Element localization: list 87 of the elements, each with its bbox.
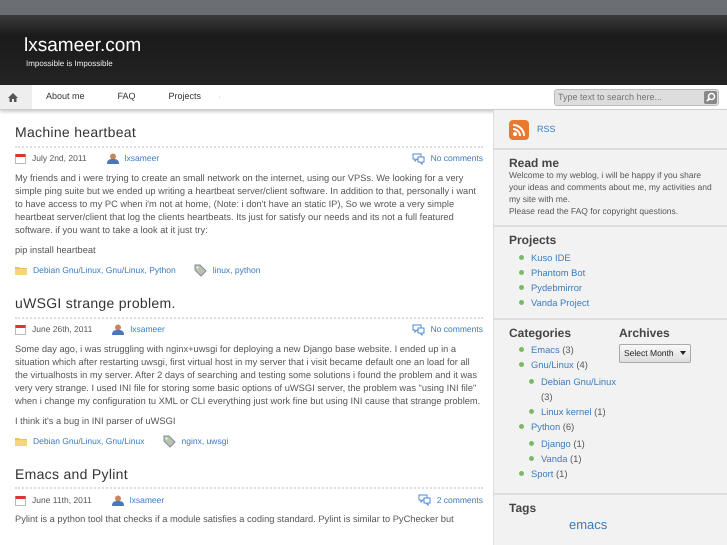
category-link[interactable]: Linux kernel xyxy=(541,406,592,417)
read-me-text: Welcome to my weblog, i will be happy if you share your ideas and comments about me, my activities and my site with me. xyxy=(509,170,713,206)
home-icon xyxy=(8,92,18,102)
bullet-icon xyxy=(519,254,524,260)
comments-link[interactable]: No comments xyxy=(430,152,483,166)
widget-title: Categories xyxy=(509,326,572,340)
post-paragraph: pip install heartbeat xyxy=(15,244,97,257)
widget-title: Archives xyxy=(619,326,671,340)
tag-cloud-link[interactable]: emacs xyxy=(569,517,608,532)
category-links[interactable]: Debian Gnu/Linux, Gnu/Linux xyxy=(33,434,145,448)
post-date: June 11th, 2011 xyxy=(32,494,92,507)
folder-icon xyxy=(15,436,27,446)
speech-bubbles-icon xyxy=(418,494,431,506)
post-date: July 2nd, 2011 xyxy=(32,152,87,166)
category-link[interactable]: Python xyxy=(531,420,560,432)
site-tagline: Impossible is Impossible xyxy=(26,58,114,70)
nav-link[interactable]: Projects xyxy=(154,85,220,109)
author-link[interactable]: lxsameer xyxy=(130,323,165,336)
post-title[interactable]: Emacs and Pylint xyxy=(15,466,483,490)
site-title[interactable]: lxsameer.com xyxy=(24,35,703,58)
bullet-icon xyxy=(519,300,524,305)
search-field[interactable]: Type text to search here... xyxy=(554,88,719,106)
post-title[interactable]: uWSGI strange problem. xyxy=(15,294,483,319)
project-link[interactable]: Kuso IDE xyxy=(531,250,571,265)
post-paragraph: I think it's a bug in INI parser of uWSGI xyxy=(15,414,176,428)
author-link[interactable]: lxsameer xyxy=(124,152,160,166)
caret-icon xyxy=(680,351,686,356)
person-icon xyxy=(112,324,124,336)
bullet-icon xyxy=(519,470,524,476)
post-date: June 26th, 2011 xyxy=(32,323,92,336)
post-paragraph: Pylint is a python tool that checks if a module satisfies a coding standard. Pylint is similar to PyChecker but xyxy=(15,513,455,526)
project-link[interactable]: Phantom Bot xyxy=(531,264,586,280)
comments-link[interactable]: No comments xyxy=(430,323,483,336)
person-icon xyxy=(112,494,124,506)
post-paragraph: Some day ago, i was struggling with nginx+uwsgi for deploying a new Django base website. I ended up in a situation which after restarting uwsgi, first virtual host in my server that i visit became default one an load for all the virtualhosts in my server. After 2 days of searching and testing some solutions i found the problem and it was very very strange. I used INI file for storing some basic options of uWSGI server, the problem was "using INI file" when i change my configuration tu XML or CLI everything just work fine but using INI cause that strange problem. xyxy=(15,342,482,408)
speech-bubbles-icon xyxy=(412,152,425,165)
category-link[interactable]: Gnu/Linux xyxy=(531,358,574,370)
category-count: (3) xyxy=(562,344,574,355)
category-count: (1) xyxy=(556,468,568,479)
nav-link[interactable]: FAQ xyxy=(104,85,155,109)
month-select[interactable]: Select Month xyxy=(619,344,691,363)
widget-title: Read me xyxy=(509,156,560,170)
category-count: (4) xyxy=(576,358,588,370)
category-count: (1) xyxy=(570,452,582,464)
tag-icon xyxy=(162,434,176,448)
folder-icon xyxy=(15,265,27,276)
bullet-icon xyxy=(519,346,524,352)
category-count: (1) xyxy=(573,438,585,449)
widget-title: Projects xyxy=(509,233,558,248)
calendar-icon xyxy=(15,324,26,336)
nav-link[interactable]: About me xyxy=(32,85,104,109)
category-link[interactable]: Debian Gnu/Linux xyxy=(541,376,616,387)
category-link[interactable]: Vanda xyxy=(541,452,568,464)
bullet-icon xyxy=(519,284,524,290)
category-link[interactable]: Django xyxy=(541,438,571,449)
category-count: (3) xyxy=(541,390,552,402)
bullet-icon xyxy=(529,408,534,414)
read-me-text: Please read the FAQ for copyright questions. xyxy=(509,206,680,218)
category-links[interactable]: Debian Gnu/Linux, Gnu/Linux, Python xyxy=(33,264,176,277)
comments-link[interactable]: 2 comments xyxy=(436,494,483,507)
project-link[interactable]: Pydebmirror xyxy=(531,280,582,295)
bullet-icon xyxy=(519,270,524,275)
post-title[interactable]: Machine heartbeat xyxy=(15,124,483,148)
bullet-icon xyxy=(519,362,524,367)
calendar-icon xyxy=(15,494,26,506)
rss-icon xyxy=(509,120,529,140)
widget-title: Tags xyxy=(509,500,538,516)
author-link[interactable]: lxsameer xyxy=(130,494,164,507)
bullet-icon xyxy=(529,378,534,384)
post-paragraph: My friends and i were trying to create an small network on the internet, using our VPSs. We looking for a very simple ping suite but we ended up writing a heartbeat server/client software. In addition to that, personally i want to have access to my PC when i'm not at home, (Note: i don't have an static IP), So we wrote a very simple heartbeat server/client that log the clients heartbeats. Its just for satisfy our needs and its not a full featured software. if you want to take a look at it just try: xyxy=(15,172,477,237)
category-link[interactable]: Emacs xyxy=(531,344,560,355)
rss-link[interactable]: RSS xyxy=(537,123,556,137)
bullet-icon xyxy=(519,424,524,429)
category-count: (6) xyxy=(562,420,574,432)
person-icon xyxy=(106,153,119,164)
home-button[interactable] xyxy=(0,85,32,109)
project-link[interactable]: Vanda Project xyxy=(531,294,590,310)
bullet-icon xyxy=(529,456,534,461)
category-link[interactable]: Sport xyxy=(531,468,554,479)
tag-icon xyxy=(194,264,207,277)
bullet-icon xyxy=(529,440,534,446)
calendar-icon xyxy=(15,153,26,164)
search-icon xyxy=(704,90,717,104)
speech-bubbles-icon xyxy=(412,324,425,336)
tag-links[interactable]: linux, python xyxy=(212,264,260,277)
category-count: (1) xyxy=(594,406,606,417)
tag-links[interactable]: nginx, uwsgi xyxy=(182,434,228,448)
